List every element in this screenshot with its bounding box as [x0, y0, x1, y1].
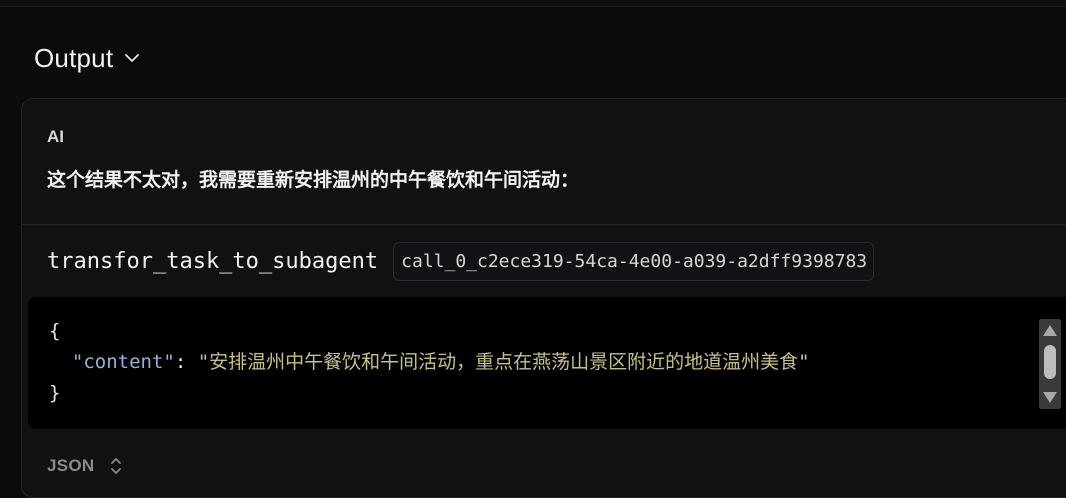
json-close-brace: }	[49, 382, 61, 404]
code-scrollbar[interactable]	[1039, 319, 1061, 409]
scroll-up-arrow-icon[interactable]	[1043, 325, 1057, 336]
chevron-up-down-icon	[109, 455, 123, 477]
output-title: Output	[34, 42, 114, 73]
json-open-brace: {	[49, 320, 61, 342]
tool-name: transfor_task_to_subagent	[47, 249, 379, 274]
code-line-content: "content": "安排温州中午餐饮和午间活动，重点在燕荡山景区附近的地道温…	[49, 347, 1066, 378]
code-line-close: }	[49, 378, 1066, 409]
scroll-thumb[interactable]	[1044, 345, 1056, 379]
json-value: "安排温州中午餐饮和午间活动，重点在燕荡山景区附近的地道温州美食"	[197, 351, 810, 373]
format-label: JSON	[47, 456, 95, 475]
tool-call-header: transfor_task_to_subagent call_0_c2ece31…	[47, 242, 875, 281]
chevron-down-icon	[123, 49, 141, 67]
scroll-down-arrow-icon[interactable]	[1043, 392, 1057, 403]
tool-args-code[interactable]: { "content": "安排温州中午餐饮和午间活动，重点在燕荡山景区附近的地…	[28, 297, 1066, 429]
json-colon: :	[174, 351, 198, 373]
call-id-badge: call_0_c2ece319-54ca-4e00-a039-a2dff9398…	[393, 242, 875, 281]
json-key: "content"	[71, 351, 175, 373]
code-line-open: {	[49, 316, 1066, 347]
divider	[22, 224, 1066, 225]
output-panel: AI 这个结果不太对，我需要重新安排温州的中午餐饮和午间活动： transfor…	[21, 98, 1066, 498]
output-toggle[interactable]: Output	[34, 40, 141, 76]
message-text: 这个结果不太对，我需要重新安排温州的中午餐饮和午间活动：	[47, 169, 580, 191]
top-strip	[0, 0, 1066, 7]
format-selector[interactable]: JSON	[47, 455, 123, 477]
message-role-label: AI	[47, 127, 64, 146]
